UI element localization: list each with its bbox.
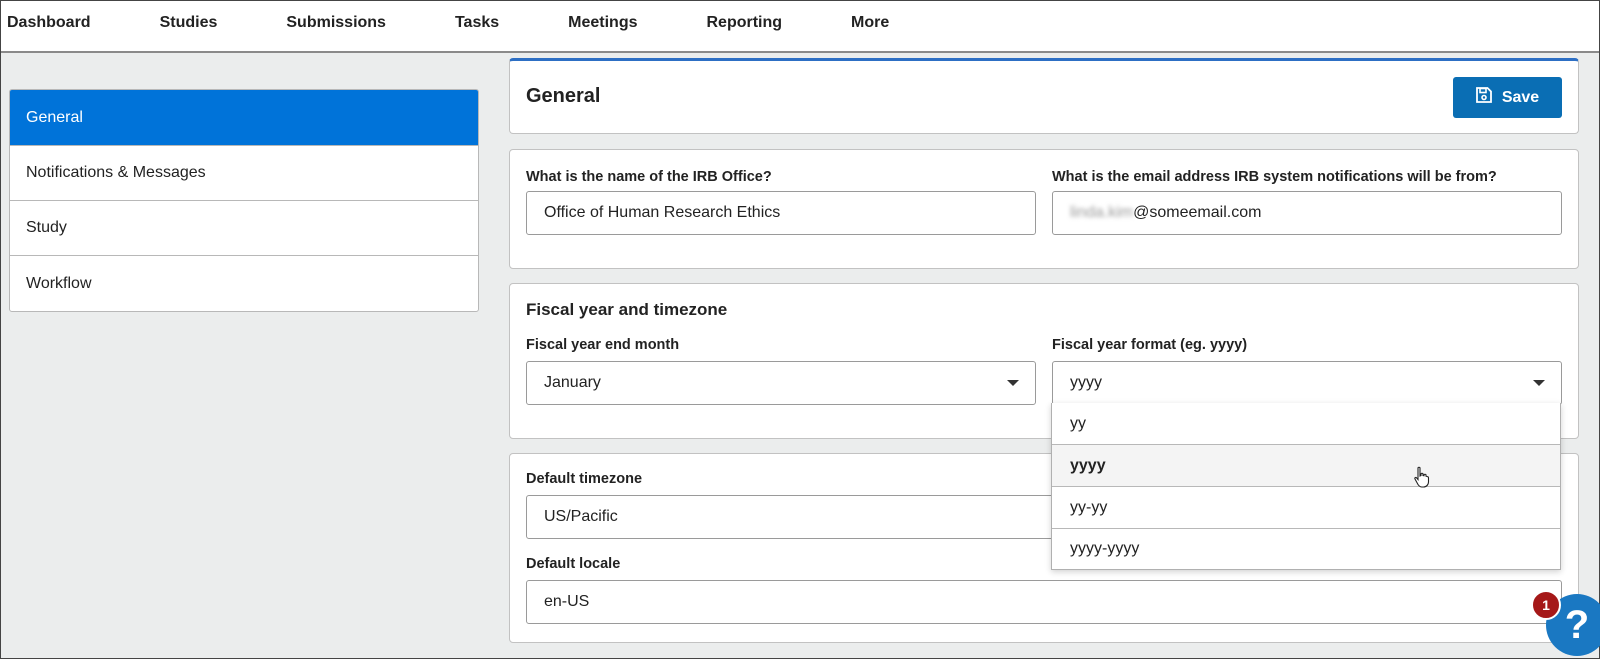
irb-email-label: What is the email address IRB system not… bbox=[1052, 169, 1497, 185]
timezone-input[interactable]: US/Pacific bbox=[526, 495, 1062, 539]
irb-office-value: Office of Human Research Ethics bbox=[544, 204, 781, 221]
save-button[interactable]: Save bbox=[1453, 77, 1562, 118]
locale-label: Default locale bbox=[526, 556, 621, 572]
nav-reporting[interactable]: Reporting bbox=[706, 1, 782, 32]
nav-more[interactable]: More bbox=[851, 1, 889, 32]
fiscal-format-option[interactable]: yy bbox=[1052, 403, 1560, 445]
fiscal-format-option[interactable]: yyyy bbox=[1052, 445, 1560, 487]
settings-sidebar: General Notifications & Messages Study W… bbox=[9, 89, 479, 312]
hand-pointer-icon bbox=[1413, 466, 1431, 488]
fiscal-section-title: Fiscal year and timezone bbox=[526, 300, 728, 319]
page-title: General bbox=[526, 85, 601, 107]
irb-email-input[interactable]: linda.kim @someemail.com bbox=[1052, 191, 1562, 235]
notification-badge: 1 bbox=[1531, 590, 1561, 620]
save-button-label: Save bbox=[1501, 88, 1540, 106]
floppy-disk-icon bbox=[1475, 87, 1492, 108]
nav-tasks[interactable]: Tasks bbox=[455, 1, 499, 32]
timezone-value: US/Pacific bbox=[544, 508, 618, 525]
email-user-blurred: linda.kim bbox=[1070, 204, 1134, 221]
nav-studies[interactable]: Studies bbox=[160, 1, 218, 32]
nav-meetings[interactable]: Meetings bbox=[568, 1, 637, 32]
fiscal-end-month-label: Fiscal year end month bbox=[526, 337, 680, 353]
irb-office-label: What is the name of the IRB Office? bbox=[526, 169, 772, 185]
top-nav: Dashboard Studies Submissions Tasks Meet… bbox=[1, 1, 1599, 53]
question-mark-icon: ? bbox=[1564, 602, 1590, 647]
fiscal-format-dropdown: yy yyyy yy-yy yyyy-yyyy bbox=[1051, 403, 1561, 570]
fiscal-format-label: Fiscal year format (eg. yyyy) bbox=[1052, 337, 1248, 353]
irb-office-panel: What is the name of the IRB Office? Offi… bbox=[509, 149, 1579, 269]
chevron-down-icon bbox=[1007, 380, 1019, 386]
chevron-down-icon bbox=[1533, 380, 1545, 386]
fiscal-format-option[interactable]: yy-yy bbox=[1052, 487, 1560, 529]
general-header-panel: General Save bbox=[509, 58, 1579, 134]
nav-dashboard[interactable]: Dashboard bbox=[7, 1, 91, 32]
sidebar-item-study[interactable]: Study bbox=[10, 201, 478, 256]
fiscal-end-month-value: January bbox=[544, 374, 601, 391]
sidebar-item-notifications[interactable]: Notifications & Messages bbox=[10, 146, 478, 201]
fiscal-end-month-select[interactable]: January bbox=[526, 361, 1036, 405]
sidebar-item-workflow[interactable]: Workflow bbox=[10, 256, 478, 311]
timezone-label: Default timezone bbox=[526, 471, 643, 487]
fiscal-format-value: yyyy bbox=[1070, 374, 1102, 391]
sidebar-item-general[interactable]: General bbox=[10, 90, 478, 146]
fiscal-format-select[interactable]: yyyy bbox=[1052, 361, 1562, 405]
fiscal-format-option[interactable]: yyyy-yyyy bbox=[1052, 529, 1560, 569]
irb-office-input[interactable]: Office of Human Research Ethics bbox=[526, 191, 1036, 235]
locale-input[interactable]: en-US bbox=[526, 580, 1562, 624]
email-domain: @someemail.com bbox=[1133, 204, 1262, 221]
locale-value: en-US bbox=[544, 593, 590, 610]
nav-submissions[interactable]: Submissions bbox=[286, 1, 386, 32]
